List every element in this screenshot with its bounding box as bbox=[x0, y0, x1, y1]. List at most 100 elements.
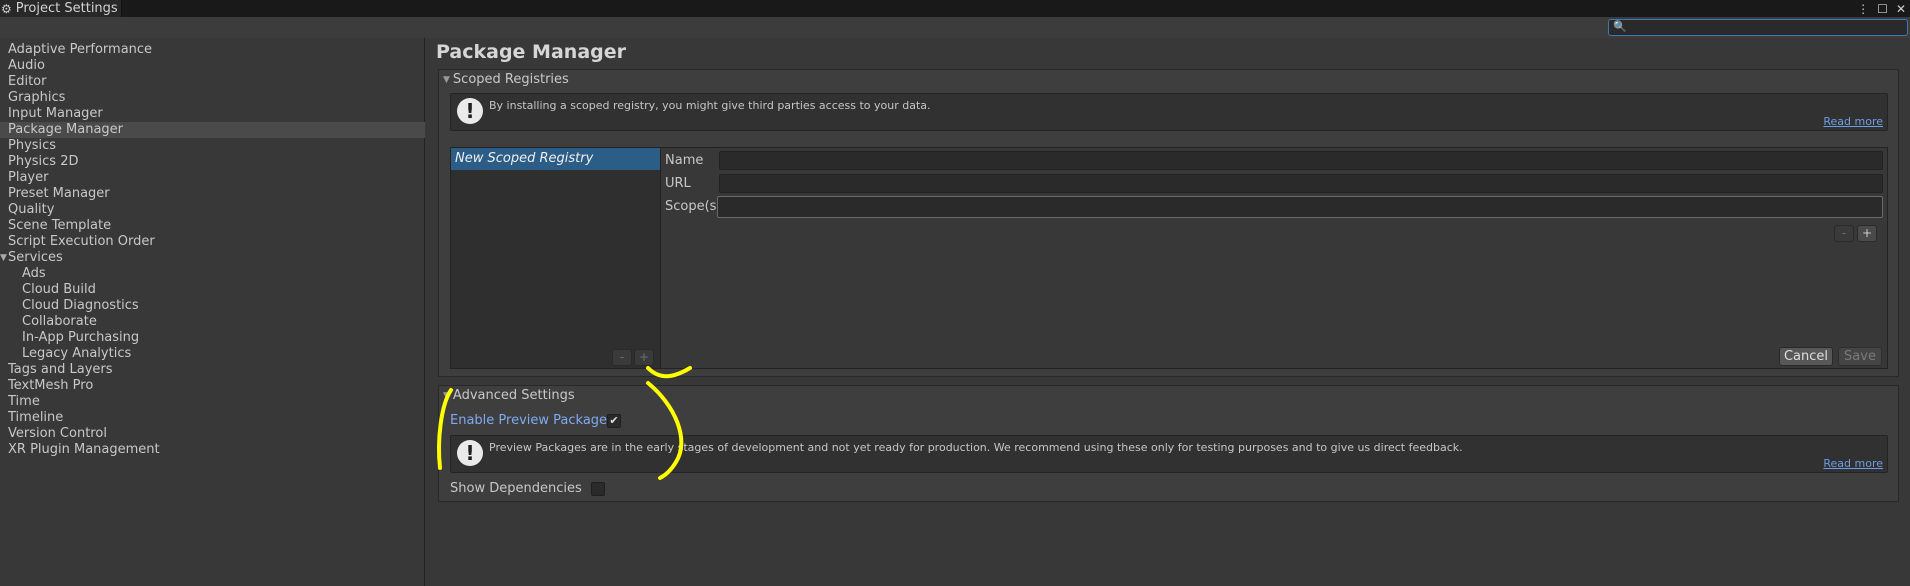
sidebar-item-label: Version Control bbox=[8, 426, 107, 441]
sidebar-item-version-control[interactable]: Version Control bbox=[0, 426, 425, 442]
sidebar-item-cloud-build[interactable]: Cloud Build bbox=[0, 282, 425, 298]
scoped-registries-label: Scoped Registries bbox=[452, 72, 569, 87]
sidebar-item-label: Scene Template bbox=[8, 218, 112, 233]
maximize-icon[interactable]: ☐ bbox=[1877, 2, 1888, 16]
remove-scope-button[interactable]: - bbox=[1834, 225, 1854, 242]
enable-preview-checkbox[interactable]: ✔ bbox=[607, 414, 621, 428]
sidebar-item-physics-2d[interactable]: Physics 2D bbox=[0, 154, 425, 170]
sidebar-item-label: Services bbox=[8, 250, 63, 265]
sidebar-item-label: Physics bbox=[8, 138, 57, 153]
sidebar-item-editor[interactable]: Editor bbox=[0, 74, 425, 90]
name-field[interactable] bbox=[719, 151, 1883, 170]
add-registry-button[interactable]: + bbox=[634, 349, 654, 366]
sidebar-item-timeline[interactable]: Timeline bbox=[0, 410, 425, 426]
sidebar-item-label: Package Manager bbox=[8, 122, 124, 137]
sidebar-item-label: Adaptive Performance bbox=[8, 42, 153, 57]
close-icon[interactable]: ✕ bbox=[1896, 2, 1906, 16]
sidebar-item-label: Editor bbox=[8, 74, 47, 89]
sidebar-item-label: Cloud Diagnostics bbox=[22, 298, 139, 313]
toolbar: 🔍 bbox=[0, 17, 1910, 38]
window-tab[interactable]: ⚙ Project Settings bbox=[0, 0, 122, 17]
gear-icon: ⚙ bbox=[1, 1, 12, 16]
sidebar-item-label: Physics 2D bbox=[8, 154, 79, 169]
sidebar-item-graphics[interactable]: Graphics bbox=[0, 90, 425, 106]
sidebar-item-label: Collaborate bbox=[22, 314, 97, 329]
scoped-registries-header[interactable]: ▼ Scoped Registries bbox=[443, 72, 569, 87]
window-title: Project Settings bbox=[15, 1, 118, 16]
main-panel: Package Manager ▼ Scoped Registries ! By… bbox=[426, 38, 1910, 586]
url-field[interactable] bbox=[719, 174, 1883, 193]
sidebar-item-label: Graphics bbox=[8, 90, 66, 105]
sidebar-list: Adaptive Performance Audio Editor Graphics I… bbox=[0, 42, 425, 458]
scoped-help-box: ! By installing a scoped registry, you m… bbox=[450, 93, 1888, 131]
cancel-button[interactable]: Cancel bbox=[1779, 347, 1833, 366]
sidebar-item-label: Quality bbox=[8, 202, 55, 217]
preview-help-box: ! Preview Packages are in the early stag… bbox=[450, 435, 1888, 473]
expand-arrow-icon[interactable]: ▼ bbox=[0, 250, 7, 266]
show-dependencies-checkbox[interactable] bbox=[591, 482, 605, 496]
scoped-read-more-link[interactable]: Read more bbox=[1823, 115, 1883, 128]
sidebar-item-audio[interactable]: Audio bbox=[0, 58, 425, 74]
more-options-icon[interactable]: ⋮ bbox=[1857, 2, 1869, 16]
sidebar-item-physics[interactable]: Physics bbox=[0, 138, 425, 154]
scoped-registries-section: ▼ Scoped Registries ! By installing a sc… bbox=[438, 69, 1899, 377]
sidebar-item-time[interactable]: Time bbox=[0, 394, 425, 410]
advanced-settings-section: ▼ Advanced Settings Enable Preview Packa… bbox=[438, 385, 1899, 502]
warning-icon: ! bbox=[457, 98, 483, 124]
sidebar-item-quality[interactable]: Quality bbox=[0, 202, 425, 218]
foldout-arrow-icon: ▼ bbox=[443, 74, 450, 85]
advanced-settings-label: Advanced Settings bbox=[452, 388, 575, 403]
sidebar-item-services[interactable]: ▼ Services bbox=[0, 250, 425, 266]
page-title: Package Manager bbox=[436, 41, 626, 63]
checkmark-icon: ✔ bbox=[609, 414, 619, 427]
sidebar-item-cloud-diagnostics[interactable]: Cloud Diagnostics bbox=[0, 298, 425, 314]
show-dependencies-label: Show Dependencies bbox=[450, 481, 582, 496]
remove-registry-button[interactable]: - bbox=[612, 349, 632, 366]
sidebar-item-label: Ads bbox=[22, 266, 46, 281]
warning-icon: ! bbox=[457, 440, 483, 466]
registry-details: Name URL Scope(s) - + Cancel Save bbox=[661, 147, 1888, 369]
sidebar-item-label: TextMesh Pro bbox=[8, 378, 94, 393]
preview-read-more-link[interactable]: Read more bbox=[1823, 457, 1883, 470]
sidebar-item-label: In-App Purchasing bbox=[22, 330, 140, 345]
sidebar-item-label: Preset Manager bbox=[8, 186, 110, 201]
sidebar-item-input-manager[interactable]: Input Manager bbox=[0, 106, 425, 122]
save-button[interactable]: Save bbox=[1838, 347, 1882, 366]
add-scope-button[interactable]: + bbox=[1857, 225, 1877, 242]
name-label: Name bbox=[665, 153, 704, 168]
enable-preview-label: Enable Preview Packages bbox=[450, 413, 614, 428]
sidebar-item-label: Tags and Layers bbox=[8, 362, 113, 377]
preview-help-text: Preview Packages are in the early stages… bbox=[489, 441, 1463, 454]
sidebar-item-label: Audio bbox=[8, 58, 45, 73]
sidebar-item-script-execution-order[interactable]: Script Execution Order bbox=[0, 234, 425, 250]
sidebar-item-label: Time bbox=[8, 394, 40, 409]
sidebar-item-label: Script Execution Order bbox=[8, 234, 155, 249]
scopes-field[interactable] bbox=[717, 196, 1883, 218]
registry-list: New Scoped Registry - + bbox=[450, 147, 661, 369]
sidebar-item-label: Legacy Analytics bbox=[22, 346, 132, 361]
sidebar-item-legacy-analytics[interactable]: Legacy Analytics bbox=[0, 346, 425, 362]
sidebar-item-ads[interactable]: Ads bbox=[0, 266, 425, 282]
advanced-settings-header[interactable]: ▼ Advanced Settings bbox=[443, 388, 575, 403]
settings-sidebar: Adaptive Performance Audio Editor Graphics I… bbox=[0, 38, 425, 586]
sidebar-item-label: XR Plugin Management bbox=[8, 442, 160, 457]
sidebar-item-in-app-purchasing[interactable]: In-App Purchasing bbox=[0, 330, 425, 346]
search-icon: 🔍 bbox=[1613, 20, 1627, 33]
sidebar-item-preset-manager[interactable]: Preset Manager bbox=[0, 186, 425, 202]
search-input[interactable]: 🔍 bbox=[1608, 19, 1908, 36]
sidebar-item-tags-and-layers[interactable]: Tags and Layers bbox=[0, 362, 425, 378]
sidebar-item-scene-template[interactable]: Scene Template bbox=[0, 218, 425, 234]
scopes-label: Scope(s) bbox=[665, 199, 722, 214]
sidebar-item-player[interactable]: Player bbox=[0, 170, 425, 186]
sidebar-item-label: Timeline bbox=[8, 410, 64, 425]
sidebar-item-textmesh-pro[interactable]: TextMesh Pro bbox=[0, 378, 425, 394]
scoped-help-text: By installing a scoped registry, you mig… bbox=[489, 99, 931, 112]
sidebar-item-collaborate[interactable]: Collaborate bbox=[0, 314, 425, 330]
sidebar-item-adaptive-performance[interactable]: Adaptive Performance bbox=[0, 42, 425, 58]
url-label: URL bbox=[665, 176, 691, 191]
sidebar-item-xr-plugin-management[interactable]: XR Plugin Management bbox=[0, 442, 425, 458]
sidebar-item-package-manager[interactable]: Package Manager bbox=[0, 122, 425, 138]
registry-list-item[interactable]: New Scoped Registry bbox=[451, 148, 660, 170]
foldout-arrow-icon: ▼ bbox=[443, 390, 450, 401]
sidebar-item-label: Cloud Build bbox=[22, 282, 96, 297]
